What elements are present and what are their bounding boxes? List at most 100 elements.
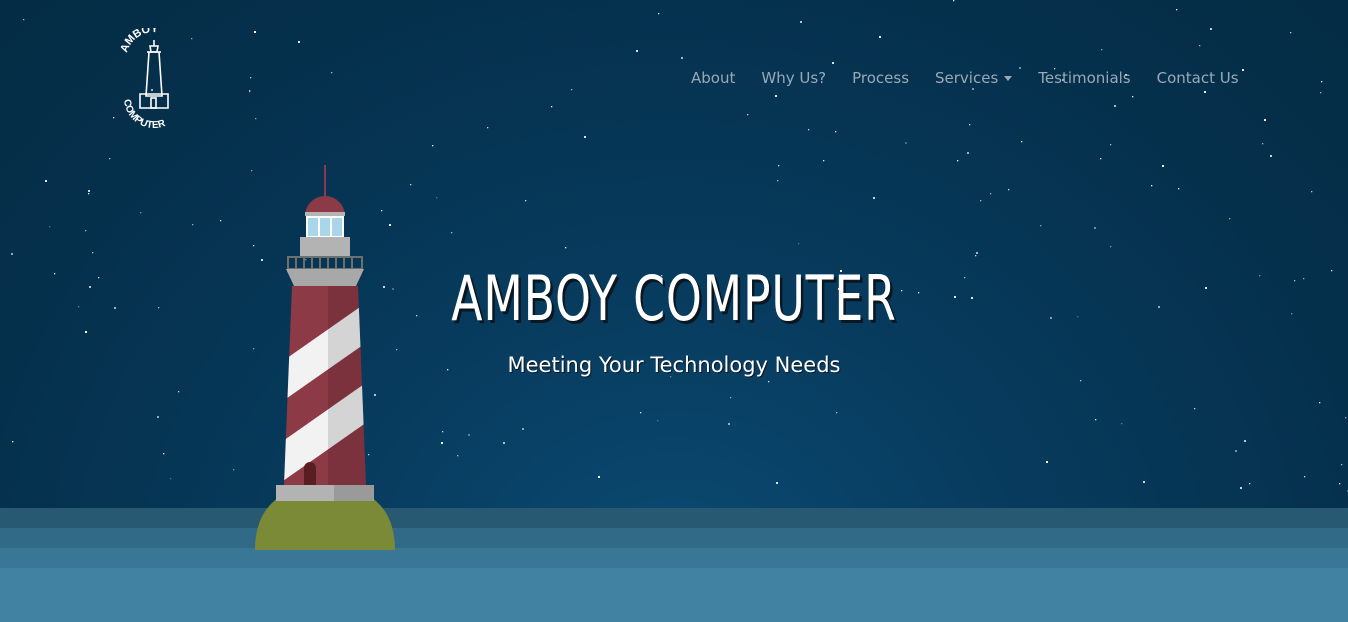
logo-lighthouse-icon	[139, 40, 169, 109]
star	[468, 434, 470, 436]
star	[432, 145, 434, 147]
star	[640, 412, 642, 414]
star	[157, 416, 159, 418]
hero-subtitle: Meeting Your Technology Needs	[507, 353, 841, 377]
star	[551, 106, 553, 108]
star	[441, 442, 443, 444]
star	[836, 412, 838, 414]
star	[140, 212, 142, 214]
star	[1235, 450, 1237, 452]
star	[457, 455, 459, 457]
door	[304, 462, 316, 485]
star	[873, 197, 875, 199]
star	[170, 478, 172, 480]
star	[1199, 45, 1201, 47]
nav-contact-us[interactable]: Contact Us	[1157, 68, 1239, 88]
star	[980, 200, 982, 202]
star	[487, 127, 489, 129]
star	[45, 180, 47, 182]
star	[1151, 185, 1153, 187]
star	[975, 255, 977, 257]
star	[88, 190, 90, 192]
star	[1262, 143, 1264, 145]
star	[249, 90, 251, 92]
star	[1121, 423, 1123, 425]
star	[730, 397, 732, 399]
star	[1008, 189, 1010, 191]
amboy-logo[interactable]: AMBOY COMPUTER	[116, 28, 192, 128]
star	[1100, 158, 1102, 160]
star	[1321, 81, 1323, 83]
star	[98, 277, 100, 279]
star	[1176, 9, 1178, 11]
star	[658, 13, 660, 15]
star	[800, 21, 802, 23]
nav-testimonials[interactable]: Testimonials	[1038, 68, 1130, 88]
star	[85, 230, 87, 232]
star	[12, 441, 14, 443]
star	[1345, 417, 1347, 419]
nav-contact-us-label: Contact Us	[1156, 69, 1239, 87]
star	[808, 129, 810, 131]
star	[1132, 96, 1134, 98]
star	[798, 243, 800, 245]
star	[88, 193, 90, 195]
star	[254, 31, 256, 33]
star	[1162, 165, 1164, 167]
nav-why-us[interactable]: Why Us?	[761, 68, 826, 88]
nav-why-us-label: Why Us?	[761, 69, 827, 87]
star	[969, 124, 971, 126]
star	[1341, 464, 1343, 466]
star	[436, 197, 438, 199]
star	[571, 89, 573, 91]
star	[584, 136, 586, 138]
star	[255, 118, 257, 120]
star	[1021, 141, 1023, 143]
star	[331, 72, 333, 74]
sea-band-4	[0, 568, 1348, 622]
star	[1291, 313, 1293, 315]
nav-services-label: Services	[935, 69, 999, 87]
star	[1101, 49, 1103, 51]
star	[905, 142, 907, 144]
star	[1194, 408, 1196, 410]
star	[1046, 461, 1048, 463]
caret-down-icon	[1004, 75, 1013, 81]
star	[1270, 155, 1272, 157]
star	[823, 160, 825, 162]
star	[1240, 487, 1242, 489]
star	[163, 453, 165, 455]
star	[85, 331, 87, 333]
star	[1339, 483, 1341, 485]
star	[976, 252, 978, 254]
star	[410, 184, 412, 186]
star	[503, 442, 505, 444]
star	[1303, 278, 1305, 280]
star	[109, 158, 111, 160]
star	[1264, 119, 1266, 121]
star	[54, 273, 56, 275]
star	[747, 114, 749, 116]
star	[250, 77, 252, 79]
star	[1080, 380, 1082, 382]
star	[1178, 188, 1180, 190]
sea-band-3	[0, 548, 1348, 568]
nav-about[interactable]: About	[691, 68, 735, 88]
nav-services-dropdown[interactable]: Services	[935, 68, 1013, 88]
star	[1040, 225, 1042, 227]
main-nav: About Why Us? Process Services Testimoni…	[678, 68, 1252, 88]
star	[953, 0, 955, 2]
star	[1294, 280, 1296, 282]
logo-bottom-text: COMPUTER	[121, 98, 168, 128]
nav-process-label: Process	[852, 69, 910, 87]
star	[1210, 28, 1212, 30]
star	[598, 476, 600, 478]
nav-process[interactable]: Process	[852, 68, 909, 88]
star	[442, 431, 444, 433]
star	[1259, 275, 1261, 277]
star	[777, 180, 779, 182]
star	[1110, 246, 1112, 248]
star	[220, 220, 222, 222]
star	[92, 252, 94, 254]
star	[1095, 419, 1097, 421]
